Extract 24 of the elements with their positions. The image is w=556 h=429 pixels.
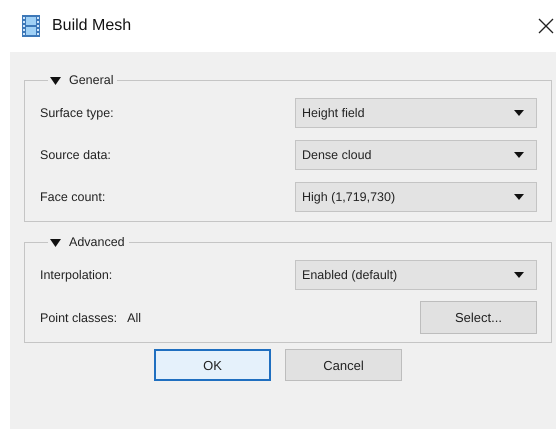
field-label: Face count: [40,190,106,204]
dropdown[interactable]: Height field [295,98,537,128]
group-title: General [69,72,114,89]
field-label: Surface type: [40,106,115,120]
dropdown-arrow-icon [514,110,524,116]
collapse-triangle-icon[interactable] [50,238,61,246]
dialog-button[interactable]: Cancel [285,349,402,381]
film-strip-icon [22,15,40,37]
group-title: Advanced [69,234,125,251]
dropdown[interactable]: Dense cloud [295,140,537,170]
field-label: Source data: [40,148,112,162]
collapse-triangle-icon[interactable] [50,76,61,84]
close-icon[interactable] [538,18,554,34]
dropdown-arrow-icon [514,152,524,158]
field-label: Interpolation: [40,268,114,282]
select-button[interactable]: Select... [420,301,537,334]
dropdown[interactable]: Enabled (default) [295,260,537,290]
dropdown-arrow-icon [514,272,524,278]
field-label: Point classes: [40,310,118,324]
dropdown[interactable]: High (1,719,730) [295,182,537,212]
dropdown-arrow-icon [514,194,524,200]
window-title: Build Mesh [52,17,132,35]
field-value: All [127,310,142,324]
dialog-button[interactable]: OK [154,349,271,381]
